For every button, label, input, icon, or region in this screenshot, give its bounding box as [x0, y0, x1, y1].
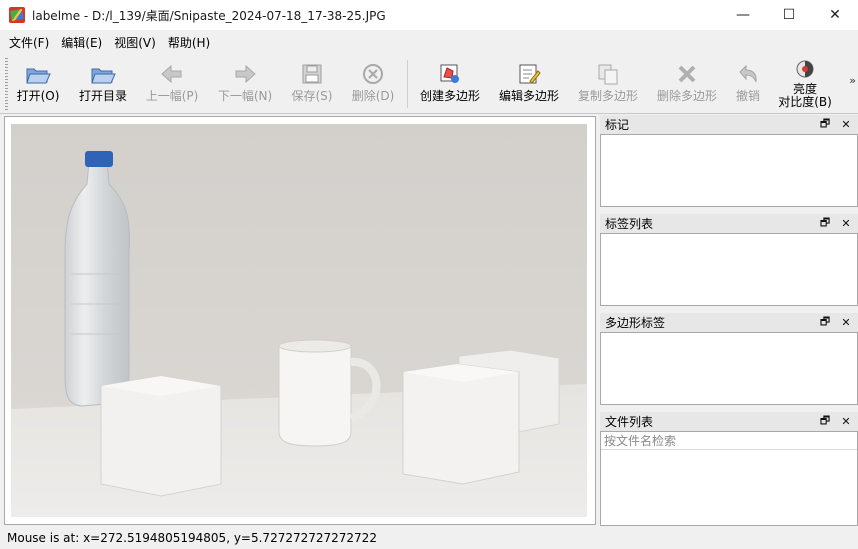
- menu-file[interactable]: 文件(F): [4, 34, 54, 51]
- polygon-labels-list[interactable]: [600, 332, 858, 405]
- create-polygon-button[interactable]: 创建多边形: [417, 58, 483, 110]
- toolbar-grip[interactable]: [5, 58, 8, 110]
- delete-polygon-icon: [674, 61, 700, 87]
- minimize-button[interactable]: —: [720, 0, 766, 30]
- delete-button[interactable]: 删除(D): [349, 58, 397, 110]
- toolbar: 打开(O) 打开目录 上一幅(P) 下一幅(N) 保存(S) 删除(D) 创建多…: [0, 54, 858, 114]
- delete-label: 删除(D): [351, 89, 395, 103]
- close-icon[interactable]: ✕: [840, 316, 852, 329]
- open-label: 打开(O): [16, 89, 60, 103]
- edit-polygon-label: 编辑多边形: [498, 89, 559, 103]
- file-list-dock-title: 文件列表 🗗 ✕: [600, 412, 858, 431]
- float-icon[interactable]: 🗗: [819, 214, 831, 233]
- next-image-button[interactable]: 下一幅(N): [215, 58, 275, 110]
- undo-icon: [735, 61, 761, 87]
- menu-bar: 文件(F) 编辑(E) 视图(V) 帮助(H): [0, 30, 858, 54]
- label-list-dock: 标签列表 🗗 ✕: [600, 214, 858, 308]
- window-controls: — ☐ ✕: [720, 0, 858, 30]
- edit-polygon-icon: [516, 61, 542, 87]
- create-polygon-label: 创建多边形: [419, 89, 480, 103]
- brightness-contrast-icon: [792, 59, 818, 81]
- open-directory-icon: [90, 61, 116, 87]
- next-arrow-icon: [232, 61, 258, 87]
- label-list[interactable]: [600, 233, 858, 306]
- toolbar-separator: [407, 60, 408, 108]
- open-directory-button[interactable]: 打开目录: [76, 58, 130, 110]
- file-list-dock: 文件列表 🗗 ✕: [600, 412, 858, 526]
- prev-image-label: 上一幅(P): [145, 89, 199, 103]
- float-icon[interactable]: 🗗: [819, 412, 831, 431]
- label-list-dock-title: 标签列表 🗗 ✕: [600, 214, 858, 233]
- undo-button[interactable]: 撤销: [732, 58, 764, 110]
- open-button[interactable]: 打开(O): [14, 58, 62, 110]
- brightness-contrast-button[interactable]: 亮度 对比度(B): [776, 58, 834, 110]
- title-bar: labelme - D:/l_139/桌面/Snipaste_2024-07-1…: [0, 0, 858, 30]
- polygon-labels-dock-title: 多边形标签 🗗 ✕: [600, 313, 858, 332]
- menu-edit[interactable]: 编辑(E): [56, 34, 107, 51]
- label-list-dock-title-text: 标签列表: [605, 217, 654, 231]
- menu-help[interactable]: 帮助(H): [163, 34, 215, 51]
- toolbar-overflow-chevron-icon[interactable]: »: [849, 74, 856, 87]
- save-label: 保存(S): [291, 89, 333, 103]
- file-list-dock-title-text: 文件列表: [605, 415, 654, 429]
- file-search-input[interactable]: [604, 433, 857, 448]
- close-icon[interactable]: ✕: [840, 118, 852, 131]
- brightness-label-line2: 对比度(B): [778, 95, 832, 109]
- flags-dock-title: 标记 🗗 ✕: [600, 115, 858, 134]
- save-button[interactable]: 保存(S): [288, 58, 336, 110]
- close-button[interactable]: ✕: [812, 0, 858, 30]
- create-polygon-icon: [437, 61, 463, 87]
- open-directory-label: 打开目录: [78, 89, 127, 103]
- copy-polygon-label: 复制多边形: [577, 89, 638, 103]
- copy-polygon-button[interactable]: 复制多边形: [575, 58, 641, 110]
- menu-view[interactable]: 视图(V): [109, 34, 161, 51]
- save-icon: [299, 61, 325, 87]
- polygon-labels-dock: 多边形标签 🗗 ✕: [600, 313, 858, 407]
- file-list[interactable]: [601, 450, 857, 524]
- prev-image-button[interactable]: 上一幅(P): [142, 58, 202, 110]
- loaded-photo: [11, 124, 587, 517]
- open-folder-icon: [25, 61, 51, 87]
- delete-polygon-label: 删除多边形: [656, 89, 717, 103]
- next-image-label: 下一幅(N): [217, 89, 273, 103]
- file-list-panel: [600, 431, 858, 526]
- delete-icon: [360, 61, 386, 87]
- float-icon[interactable]: 🗗: [819, 313, 831, 332]
- delete-polygon-button[interactable]: 删除多边形: [654, 58, 720, 110]
- float-icon[interactable]: 🗗: [819, 115, 831, 134]
- flags-list[interactable]: [600, 134, 858, 207]
- flags-dock: 标记 🗗 ✕: [600, 115, 858, 209]
- copy-polygon-icon: [595, 61, 621, 87]
- close-icon[interactable]: ✕: [840, 415, 852, 428]
- polygon-labels-dock-title-text: 多边形标签: [605, 316, 666, 330]
- flags-dock-title-text: 标记: [605, 118, 630, 132]
- undo-label: 撤销: [735, 89, 760, 103]
- image-canvas[interactable]: [4, 116, 596, 525]
- maximize-button[interactable]: ☐: [766, 0, 812, 30]
- prev-arrow-icon: [159, 61, 185, 87]
- labelme-app-icon: [9, 7, 25, 23]
- file-search-box: [601, 432, 857, 450]
- mouse-position-status: Mouse is at: x=272.5194805194805, y=5.72…: [7, 531, 377, 545]
- status-bar: Mouse is at: x=272.5194805194805, y=5.72…: [0, 527, 858, 549]
- close-icon[interactable]: ✕: [840, 217, 852, 230]
- edit-polygon-button[interactable]: 编辑多边形: [496, 58, 562, 110]
- window-title: labelme - D:/l_139/桌面/Snipaste_2024-07-1…: [32, 8, 386, 23]
